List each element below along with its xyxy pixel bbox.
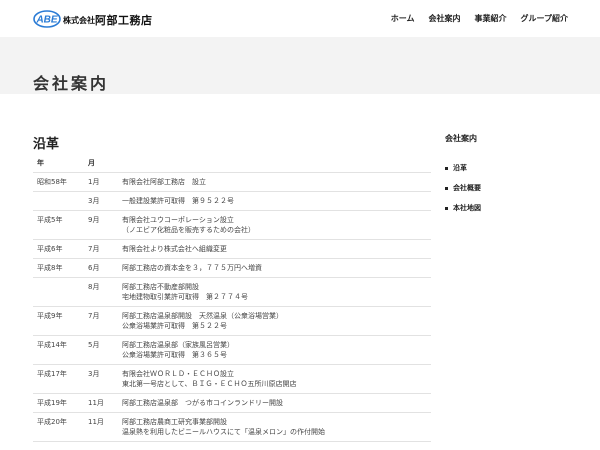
- row-era: 平成17年: [33, 364, 88, 394]
- table-row: 平成6年 7月 有限会社より株式会社へ組織変更: [33, 239, 431, 259]
- row-event: 一般建設業許可取得 第９５２２号: [122, 191, 431, 211]
- row-era: [33, 277, 88, 307]
- history-title: 沿革: [33, 137, 60, 152]
- site-logo[interactable]: ABE 株式会社 阿部工務店: [33, 9, 153, 29]
- logo-name: 阿部工務店: [95, 13, 153, 27]
- row-event: 有限会社ＷＯＲＬＤ・ＥＣＨＯ設立 東北第一号店として、ＢＩＧ・ＥＣＨＯ五所川原店…: [122, 364, 431, 394]
- table-row: 平成9年 7月 阿部工務店温泉部開設 天然温泉（公衆浴場営業） 公衆浴場業許可取…: [33, 306, 431, 336]
- nav-home[interactable]: ホーム: [391, 13, 415, 24]
- col-month-header: 月: [88, 155, 122, 173]
- event-line: 宅地建物取引業許可取得 第２７７４号: [122, 292, 248, 301]
- sidebar-title: 会社案内: [445, 134, 477, 143]
- event-line: 一般建設業許可取得 第９５２２号: [122, 196, 234, 205]
- event-line: 阿部工務店温泉部 つがる市コインランドリー開設: [122, 398, 283, 407]
- logo-mark-text: ABE: [35, 15, 57, 26]
- event-line: 東北第一号店として、ＢＩＧ・ＥＣＨＯ五所川原店開店: [122, 379, 297, 388]
- row-month: 7月: [88, 306, 122, 336]
- row-era: [33, 191, 88, 211]
- event-line: 阿部工務店温泉部開設 天然温泉（公衆浴場営業）: [122, 311, 283, 320]
- row-month: 11月: [88, 412, 122, 442]
- site-header: ABE 株式会社 阿部工務店 ホーム 会社案内 事業紹介 グループ紹介: [0, 0, 600, 37]
- event-line: 阿部工務店不動産部開設: [122, 282, 199, 291]
- row-era: 平成20年: [33, 412, 88, 442]
- table-row: 3月 一般建設業許可取得 第９５２２号: [33, 191, 431, 211]
- nav-business[interactable]: 事業紹介: [474, 13, 506, 24]
- col-event-header: [122, 155, 431, 173]
- row-event: 有限会社ユウコーポレーション設立 （ノエビア化粧品を販売するための会社）: [122, 210, 431, 240]
- table-row: 昭和58年 1月 有限会社阿部工務店 設立: [33, 172, 431, 192]
- row-event: 阿部工務店温泉部（家族風呂営業） 公衆浴場業許可取得 第３６５号: [122, 335, 431, 365]
- bullet-icon: [445, 166, 448, 170]
- event-line: 公衆浴場業許可取得 第３６５号: [122, 350, 227, 359]
- table-row: 平成19年 11月 阿部工務店温泉部 つがる市コインランドリー開設: [33, 393, 431, 413]
- sidebar-item-label: 会社概要: [453, 184, 481, 192]
- table-row: 平成14年 5月 阿部工務店温泉部（家族風呂営業） 公衆浴場業許可取得 第３６５…: [33, 335, 431, 365]
- logo-prefix: 株式会社: [63, 16, 95, 25]
- event-line: 阿部工務店の資本金を３，７７５万円へ増資: [122, 263, 262, 272]
- row-event: 阿部工務店の資本金を３，７７５万円へ増資: [122, 258, 431, 278]
- sidebar: 会社案内 沿革 会社概要 本社地図: [445, 133, 575, 218]
- sidebar-item-label: 本社地図: [453, 204, 481, 212]
- history-header-row: 年 月: [33, 155, 431, 173]
- sidebar-item-overview[interactable]: 会社概要: [445, 178, 575, 198]
- col-era-header: 年: [33, 155, 88, 173]
- table-row: 8月 阿部工務店不動産部開設 宅地建物取引業許可取得 第２７７４号: [33, 277, 431, 307]
- row-event: 阿部工務店農商工研究事業部開設 温泉熱を利用したビニールハウスにて「温泉メロン」…: [122, 412, 431, 442]
- nav-group[interactable]: グループ紹介: [520, 13, 568, 24]
- row-event: 阿部工務店不動産部開設 宅地建物取引業許可取得 第２７７４号: [122, 277, 431, 307]
- event-line: 阿部工務店農商工研究事業部開設: [122, 417, 227, 426]
- bullet-icon: [445, 206, 448, 210]
- row-event: 阿部工務店温泉部 つがる市コインランドリー開設: [122, 393, 431, 413]
- bullet-icon: [445, 186, 448, 190]
- page-title: 会社案内: [33, 74, 110, 93]
- row-month: 1月: [88, 172, 122, 192]
- row-era: 昭和58年: [33, 172, 88, 192]
- nav-company[interactable]: 会社案内: [428, 13, 460, 24]
- row-month: 6月: [88, 258, 122, 278]
- table-row: 平成5年 9月 有限会社ユウコーポレーション設立 （ノエビア化粧品を販売するため…: [33, 210, 431, 240]
- row-month: 3月: [88, 191, 122, 211]
- logo-mark-icon: ABE: [33, 9, 61, 29]
- row-event: 有限会社阿部工務店 設立: [122, 172, 431, 192]
- main-nav: ホーム 会社案内 事業紹介 グループ紹介: [377, 13, 568, 24]
- event-line: 有限会社ＷＯＲＬＤ・ＥＣＨＯ設立: [122, 369, 234, 378]
- table-row: 平成20年 11月 阿部工務店農商工研究事業部開設 温泉熱を利用したビニールハウ…: [33, 412, 431, 442]
- row-era: 平成14年: [33, 335, 88, 365]
- row-era: 平成5年: [33, 210, 88, 240]
- row-month: 8月: [88, 277, 122, 307]
- row-month: 9月: [88, 210, 122, 240]
- sidebar-item-history[interactable]: 沿革: [445, 158, 575, 178]
- event-line: 有限会社より株式会社へ組織変更: [122, 244, 227, 253]
- sidebar-item-map[interactable]: 本社地図: [445, 198, 575, 218]
- table-row: 平成8年 6月 阿部工務店の資本金を３，７７５万円へ増資: [33, 258, 431, 278]
- sidebar-item-label: 沿革: [453, 164, 467, 172]
- page-title-band: 会社案内: [0, 37, 600, 94]
- row-era: 平成8年: [33, 258, 88, 278]
- row-event: 阿部工務店温泉部開設 天然温泉（公衆浴場営業） 公衆浴場業許可取得 第５２２号: [122, 306, 431, 336]
- event-line: 公衆浴場業許可取得 第５２２号: [122, 321, 227, 330]
- row-month: 7月: [88, 239, 122, 259]
- row-event: 有限会社より株式会社へ組織変更: [122, 239, 431, 259]
- event-line: （ノエビア化粧品を販売するための会社）: [122, 225, 255, 234]
- event-line: 有限会社阿部工務店 設立: [122, 177, 206, 186]
- event-line: 阿部工務店温泉部（家族風呂営業）: [122, 340, 234, 349]
- event-line: 温泉熱を利用したビニールハウスにて「温泉メロン」の作付開始: [122, 427, 325, 436]
- row-era: 平成9年: [33, 306, 88, 336]
- history-table: 年 月 昭和58年 1月 有限会社阿部工務店 設立 3月 一般建設業許可取得 第…: [33, 155, 431, 442]
- event-line: 有限会社ユウコーポレーション設立: [122, 215, 234, 224]
- table-row: 平成17年 3月 有限会社ＷＯＲＬＤ・ＥＣＨＯ設立 東北第一号店として、ＢＩＧ・…: [33, 364, 431, 394]
- row-era: 平成6年: [33, 239, 88, 259]
- row-month: 5月: [88, 335, 122, 365]
- row-era: 平成19年: [33, 393, 88, 413]
- row-month: 3月: [88, 364, 122, 394]
- row-month: 11月: [88, 393, 122, 413]
